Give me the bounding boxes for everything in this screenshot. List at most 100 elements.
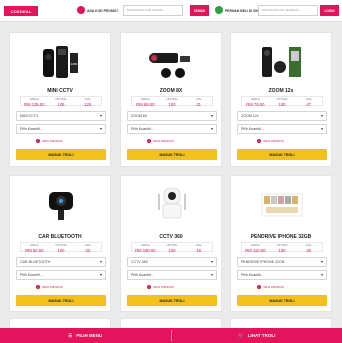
price-untung: 100	[278, 101, 286, 107]
quantity-select-value: Pilih Kuantiti...	[241, 127, 264, 131]
chevron-down-icon: ▾	[99, 259, 102, 264]
quantity-select[interactable]: Pilih Kuantiti... ▾	[16, 124, 106, 134]
user-icon	[215, 6, 223, 14]
quantity-select-value: Pilih Kuantiti...	[131, 273, 154, 277]
price-untung: 100	[278, 247, 286, 253]
quantity-select[interactable]: Pilih Kuantiti... ▾	[237, 124, 327, 134]
price-table: HARGA RM 135.00 UNTUNG 106 JUAL 125	[20, 96, 102, 107]
product-card: 1080 MINI CCTV HARGA RM 135.00 UNTUNG 106 …	[9, 32, 111, 167]
add-to-cart-button[interactable]: MASUK TROLI	[16, 295, 106, 306]
promo-check-button[interactable]: SEMAK	[190, 5, 209, 16]
info-icon: i	[147, 139, 151, 143]
add-to-cart-button[interactable]: MASUK TROLI	[127, 149, 217, 160]
quantity-select[interactable]: Pilih Kuantiti... ▾	[16, 270, 106, 280]
chevron-down-icon: ▾	[320, 113, 323, 118]
quantity-select-value: Pilih Kuantiti...	[241, 273, 264, 277]
product-info-label: INFO PRODUK	[153, 285, 174, 289]
product-image-car-bluetooth	[49, 192, 73, 220]
product-info-label: INFO PRODUK	[42, 139, 63, 143]
chevron-down-icon: ▾	[210, 259, 213, 264]
chevron-down-icon: ▾	[210, 272, 213, 277]
variant-select[interactable]: PENDRIVE IPHONE 32GB ▾	[237, 257, 327, 267]
price-harga: RM 110.00	[245, 247, 266, 253]
product-card: ZOOM 8X HARGA RM 69.00 UNTUNG 100 JUAL 21 Z…	[120, 32, 222, 167]
product-image-pendrive-iphone	[261, 193, 303, 217]
chevron-down-icon: ▾	[320, 126, 323, 131]
price-jual: 33	[85, 247, 91, 253]
product-name: ZOOM 12x	[268, 88, 294, 94]
quantity-select[interactable]: Pilih Kuantiti... ▾	[127, 270, 217, 280]
product-info-link[interactable]: i INFO PRODUK	[257, 139, 284, 143]
product-info-label: INFO PRODUK	[263, 139, 284, 143]
price-harga: RM 190.00	[135, 247, 156, 253]
quantity-select[interactable]: Pilih Kuantiti... ▾	[127, 124, 217, 134]
variant-select[interactable]: ZOOM 12x ▾	[237, 111, 327, 121]
product-image-zoom-12x	[262, 47, 301, 77]
product-name: PENDRIVE IPHONE 32GB	[250, 234, 312, 240]
product-card: CAR BLUETOOTH HARGA RM 80.00 UNTUNG 100 JU…	[9, 175, 111, 312]
price-jual: 125	[84, 101, 92, 107]
product-info-link[interactable]: i INFO PRODUK	[257, 285, 284, 289]
view-cart-button[interactable]: 🛒 LIHAT TROLI	[172, 328, 342, 343]
product-info-link[interactable]: i INFO PRODUK	[36, 139, 63, 143]
product-info-label: INFO PRODUK	[153, 139, 174, 143]
product-info-label: INFO PRODUK	[263, 285, 284, 289]
quantity-select-value: Pilih Kuantiti...	[20, 273, 43, 277]
variant-select-value: CCTV 360	[131, 260, 148, 264]
top-bar: COSDEAL ADA KOD PROMO? MASUKKAN KOD DIAS…	[0, 0, 342, 22]
add-to-cart-button[interactable]: MASUK TROLI	[237, 295, 327, 306]
promo-code-input[interactable]: MASUKKAN KOD DIASINI	[123, 5, 183, 16]
product-info-link[interactable]: i INFO PRODUK	[147, 139, 174, 143]
chevron-down-icon: ▾	[99, 272, 102, 277]
variant-select[interactable]: CCTV 360 ▾	[127, 257, 217, 267]
info-icon: i	[36, 139, 40, 143]
variant-select[interactable]: CAR BLUETOOTH ▾	[16, 257, 106, 267]
variant-select-value: PENDRIVE IPHONE 32GB	[241, 260, 285, 264]
add-to-cart-button[interactable]: MASUK TROLI	[127, 295, 217, 306]
add-to-cart-button[interactable]: MASUK TROLI	[16, 149, 106, 160]
price-table: HARGA RM 110.00 UNTUNG 100 JUAL 25	[241, 242, 323, 253]
price-untung: 106	[57, 101, 65, 107]
price-harga: RM 135.00	[24, 101, 45, 107]
variant-select-value: MINI CCTV	[20, 114, 39, 118]
login-button[interactable]: LOGIN	[320, 5, 339, 16]
quantity-select[interactable]: Pilih Kuantiti... ▾	[237, 270, 327, 280]
price-jual: 47	[306, 101, 312, 107]
chevron-down-icon: ▾	[99, 113, 102, 118]
price-jual: 25	[306, 247, 312, 253]
chevron-down-icon: ▾	[320, 259, 323, 264]
product-image-mini-cctv: 1080	[43, 46, 78, 78]
phone-number-input[interactable]: MASUKKAN NO TELEFON	[258, 5, 318, 16]
product-info-link[interactable]: i INFO PRODUK	[36, 285, 63, 289]
product-info-link[interactable]: i INFO PRODUK	[147, 285, 174, 289]
choose-menu-button[interactable]: ☰ PILIH MENU	[0, 328, 171, 343]
product-card: PENDRIVE IPHONE 32GB HARGA RM 110.00 UNTU…	[230, 175, 332, 312]
variant-select-value: ZOOM 12x	[241, 114, 259, 118]
menu-icon: ☰	[68, 332, 73, 338]
variant-select[interactable]: ZOOM 8X ▾	[127, 111, 217, 121]
add-to-cart-button[interactable]: MASUK TROLI	[237, 149, 327, 160]
chevron-down-icon: ▾	[210, 126, 213, 131]
product-name: MINI CCTV	[47, 88, 73, 94]
product-name: CAR BLUETOOTH	[38, 234, 82, 240]
price-jual: 16	[196, 247, 202, 253]
tracking-question: PERNAH BELI DI SINI?	[225, 9, 262, 13]
choose-menu-label: PILIH MENU	[76, 333, 103, 338]
product-name: CCTV 360	[159, 234, 183, 240]
chevron-down-icon: ▾	[99, 126, 102, 131]
brand-logo[interactable]: COSDEAL	[4, 6, 38, 16]
info-icon: i	[257, 285, 261, 289]
price-harga: RM 80.00	[25, 247, 44, 253]
variant-select[interactable]: MINI CCTV ▾	[16, 111, 106, 121]
cart-icon: 🛒	[238, 332, 244, 338]
svg-text:1080: 1080	[71, 62, 78, 66]
view-cart-label: LIHAT TROLI	[247, 333, 276, 338]
price-table: HARGA RM 79.00 UNTUNG 100 JUAL 47	[241, 96, 323, 107]
price-table: HARGA RM 80.00 UNTUNG 100 JUAL 33	[20, 242, 102, 253]
quantity-select-value: Pilih Kuantiti...	[131, 127, 154, 131]
quantity-select-value: Pilih Kuantiti...	[20, 127, 43, 131]
price-harga: RM 69.00	[136, 101, 155, 107]
chevron-down-icon: ▾	[320, 272, 323, 277]
promo-icon	[77, 6, 85, 14]
variant-select-value: ZOOM 8X	[131, 114, 148, 118]
